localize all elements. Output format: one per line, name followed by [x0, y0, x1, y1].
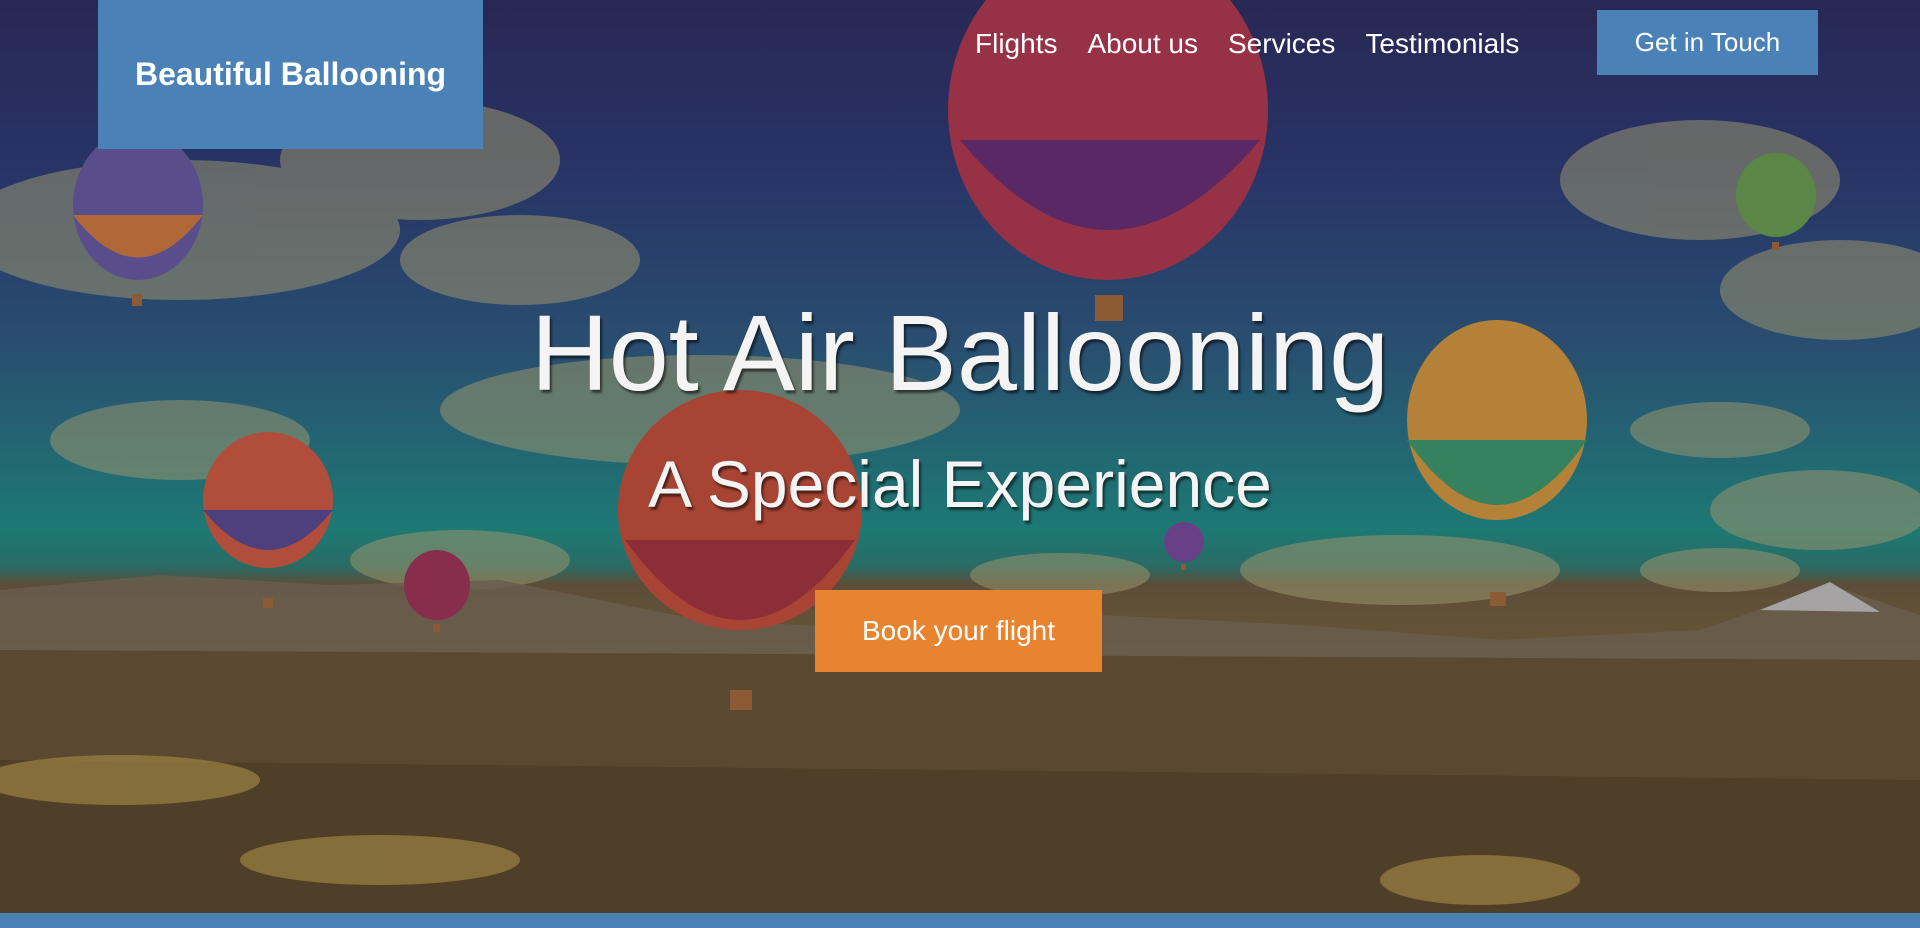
hero-title: Hot Air Ballooning — [530, 292, 1390, 413]
hero-subtitle: A Special Experience — [648, 447, 1272, 521]
main-nav: Flights About us Services Testimonials — [975, 0, 1549, 88]
get-in-touch-button[interactable]: Get in Touch — [1597, 10, 1818, 75]
brand-name: Beautiful Ballooning — [134, 56, 447, 92]
nav-item-testimonials[interactable]: Testimonials — [1365, 28, 1519, 60]
brand-logo[interactable]: Beautiful Ballooning — [98, 0, 483, 149]
nav-item-services[interactable]: Services — [1228, 28, 1335, 60]
nav-item-flights[interactable]: Flights — [975, 28, 1057, 60]
nav-item-about-us[interactable]: About us — [1087, 28, 1198, 60]
book-flight-button[interactable]: Book your flight — [815, 590, 1102, 672]
bottom-accent-bar — [0, 913, 1920, 928]
